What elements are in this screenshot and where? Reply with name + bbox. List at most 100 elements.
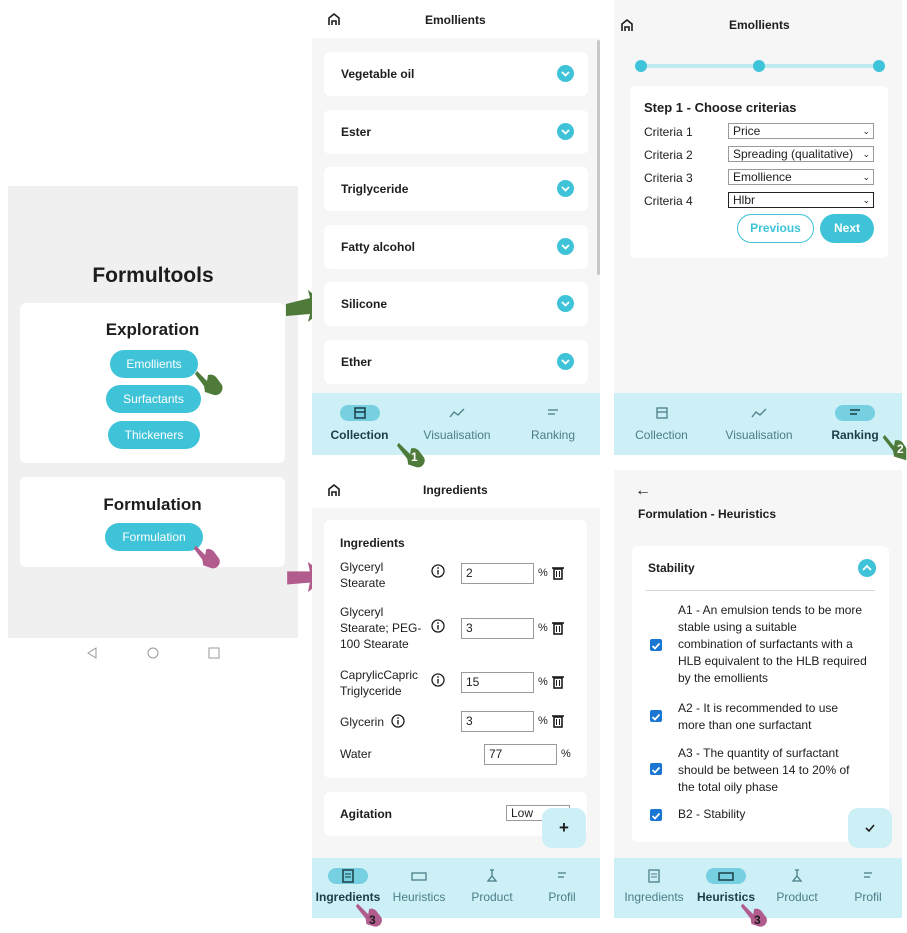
category-fatty-alcohol[interactable]: Fatty alcohol bbox=[324, 225, 588, 269]
tab-product[interactable]: Product bbox=[462, 868, 522, 904]
criteria-select-1[interactable]: Price ⌄ bbox=[728, 123, 874, 139]
flask-icon bbox=[784, 868, 810, 884]
home-icon[interactable] bbox=[327, 483, 341, 497]
category-ether[interactable]: Ether bbox=[324, 340, 588, 384]
sort-icon bbox=[855, 868, 881, 884]
delete-icon[interactable] bbox=[551, 620, 565, 635]
tab-profil[interactable]: Profil bbox=[534, 868, 590, 904]
next-button[interactable]: Next bbox=[820, 214, 874, 243]
criteria-select-3[interactable]: Emollience ⌄ bbox=[728, 169, 874, 185]
section-title: Stability bbox=[648, 561, 695, 575]
tab-ranking[interactable]: Ranking bbox=[518, 405, 588, 442]
formulation-heading: Formulation bbox=[103, 495, 202, 514]
delete-icon[interactable] bbox=[551, 565, 565, 580]
info-icon[interactable] bbox=[391, 714, 405, 728]
emollients-button[interactable]: Emollients bbox=[110, 350, 198, 378]
rule-checkbox[interactable] bbox=[650, 763, 662, 775]
delete-icon[interactable] bbox=[551, 713, 565, 728]
previous-button[interactable]: Previous bbox=[737, 214, 814, 243]
collection-screen: Emollients Vegetable oil Ester Triglycer… bbox=[312, 0, 600, 455]
tab-product[interactable]: Product bbox=[767, 868, 827, 904]
percentage-input[interactable]: 3 bbox=[461, 618, 534, 639]
ingredients-card: Ingredients Glyceryl Stearate 2 % Glycer… bbox=[324, 520, 587, 778]
category-label: Fatty alcohol bbox=[341, 240, 416, 254]
chevron-down-icon: ⌄ bbox=[862, 172, 870, 182]
document-icon bbox=[328, 868, 368, 884]
chart-icon bbox=[746, 405, 772, 421]
add-ingredient-button[interactable]: + bbox=[542, 808, 586, 848]
sort-icon bbox=[549, 868, 575, 884]
home-icon[interactable] bbox=[620, 18, 634, 32]
rule-line: A1 - An emulsion tends to be more bbox=[678, 603, 863, 617]
recents-nav-icon[interactable] bbox=[208, 647, 220, 659]
name-line: Triglyceride bbox=[340, 684, 402, 698]
chart-icon bbox=[444, 405, 470, 421]
percentage-input[interactable]: 2 bbox=[461, 563, 534, 584]
info-icon[interactable] bbox=[431, 673, 445, 687]
chevron-down-icon[interactable] bbox=[557, 180, 574, 197]
rule-line: A3 - The quantity of surfactant bbox=[678, 746, 839, 760]
category-silicone[interactable]: Silicone bbox=[324, 282, 588, 326]
criteria-select-4[interactable]: Hlbr ⌄ bbox=[728, 192, 874, 208]
category-triglyceride[interactable]: Triglyceride bbox=[324, 167, 588, 211]
step-marker: 3 bbox=[369, 913, 376, 927]
top-bar: Emollients bbox=[312, 0, 600, 38]
tab-collection[interactable]: Collection bbox=[322, 405, 397, 442]
tab-collection[interactable]: Collection bbox=[624, 405, 699, 442]
category-vegetable-oil[interactable]: Vegetable oil bbox=[324, 52, 588, 96]
formulation-card: Formulation Formulation bbox=[20, 477, 285, 567]
info-icon[interactable] bbox=[431, 619, 445, 633]
step-dot-3 bbox=[873, 60, 885, 72]
category-ester[interactable]: Ester bbox=[324, 110, 588, 154]
scrollbar[interactable] bbox=[597, 40, 600, 275]
tab-ranking[interactable]: Ranking bbox=[820, 405, 890, 442]
screen-title: Ingredients bbox=[423, 483, 488, 497]
chevron-down-icon[interactable] bbox=[557, 353, 574, 370]
home-nav-icon[interactable] bbox=[147, 647, 159, 659]
screen-title: Emollients bbox=[425, 13, 486, 27]
tab-label: Ranking bbox=[530, 428, 576, 442]
tab-visualisation[interactable]: Visualisation bbox=[714, 405, 804, 442]
chevron-down-icon[interactable] bbox=[557, 295, 574, 312]
formulation-button[interactable]: Formulation bbox=[105, 523, 203, 551]
unit-label: % bbox=[561, 748, 571, 760]
surfactants-button[interactable]: Surfactants bbox=[106, 385, 201, 413]
back-nav-icon[interactable] bbox=[86, 647, 98, 659]
tab-profil[interactable]: Profil bbox=[840, 868, 896, 904]
delete-icon[interactable] bbox=[551, 674, 565, 689]
tab-label: Visualisation bbox=[725, 428, 793, 442]
back-icon[interactable]: ← bbox=[635, 482, 651, 500]
tab-visualisation[interactable]: Visualisation bbox=[412, 405, 502, 442]
criteria-select-2[interactable]: Spreading (qualitative) ⌄ bbox=[728, 146, 874, 162]
home-icon[interactable] bbox=[327, 12, 341, 26]
screen-title: Formulation - Heuristics bbox=[638, 507, 777, 521]
percentage-input[interactable]: 3 bbox=[461, 711, 534, 732]
tab-ingredients[interactable]: Ingredients bbox=[618, 868, 690, 904]
exploration-heading: Exploration bbox=[105, 320, 200, 339]
select-value: Hlbr bbox=[733, 193, 756, 207]
tab-ingredients[interactable]: Ingredients bbox=[312, 868, 384, 904]
rule-checkbox[interactable] bbox=[650, 710, 662, 722]
chevron-down-icon[interactable] bbox=[557, 238, 574, 255]
info-icon[interactable] bbox=[431, 564, 445, 578]
tab-heuristics[interactable]: Heuristics bbox=[386, 868, 452, 904]
confirm-button[interactable] bbox=[848, 808, 892, 848]
rule-checkbox[interactable] bbox=[650, 809, 662, 821]
tab-heuristics[interactable]: Heuristics bbox=[693, 868, 759, 904]
water-input[interactable]: 77 bbox=[484, 744, 557, 765]
step-dot-2 bbox=[753, 60, 765, 72]
archive-icon bbox=[649, 405, 675, 421]
archive-icon bbox=[339, 405, 380, 421]
percentage-input[interactable]: 15 bbox=[461, 672, 534, 693]
rule-checkbox[interactable] bbox=[650, 639, 662, 651]
tab-label: Profil bbox=[854, 890, 882, 904]
chevron-down-icon[interactable] bbox=[557, 65, 574, 82]
thickeners-button[interactable]: Thickeners bbox=[108, 421, 200, 449]
criteria-card: Step 1 - Choose criterias Criteria 1 Pri… bbox=[630, 86, 888, 258]
sort-icon bbox=[540, 405, 566, 421]
chevron-down-icon[interactable] bbox=[557, 123, 574, 140]
name-line: Glyceryl bbox=[340, 605, 384, 619]
flask-icon bbox=[479, 868, 505, 884]
divider bbox=[646, 590, 875, 591]
chevron-up-icon[interactable] bbox=[858, 559, 876, 577]
